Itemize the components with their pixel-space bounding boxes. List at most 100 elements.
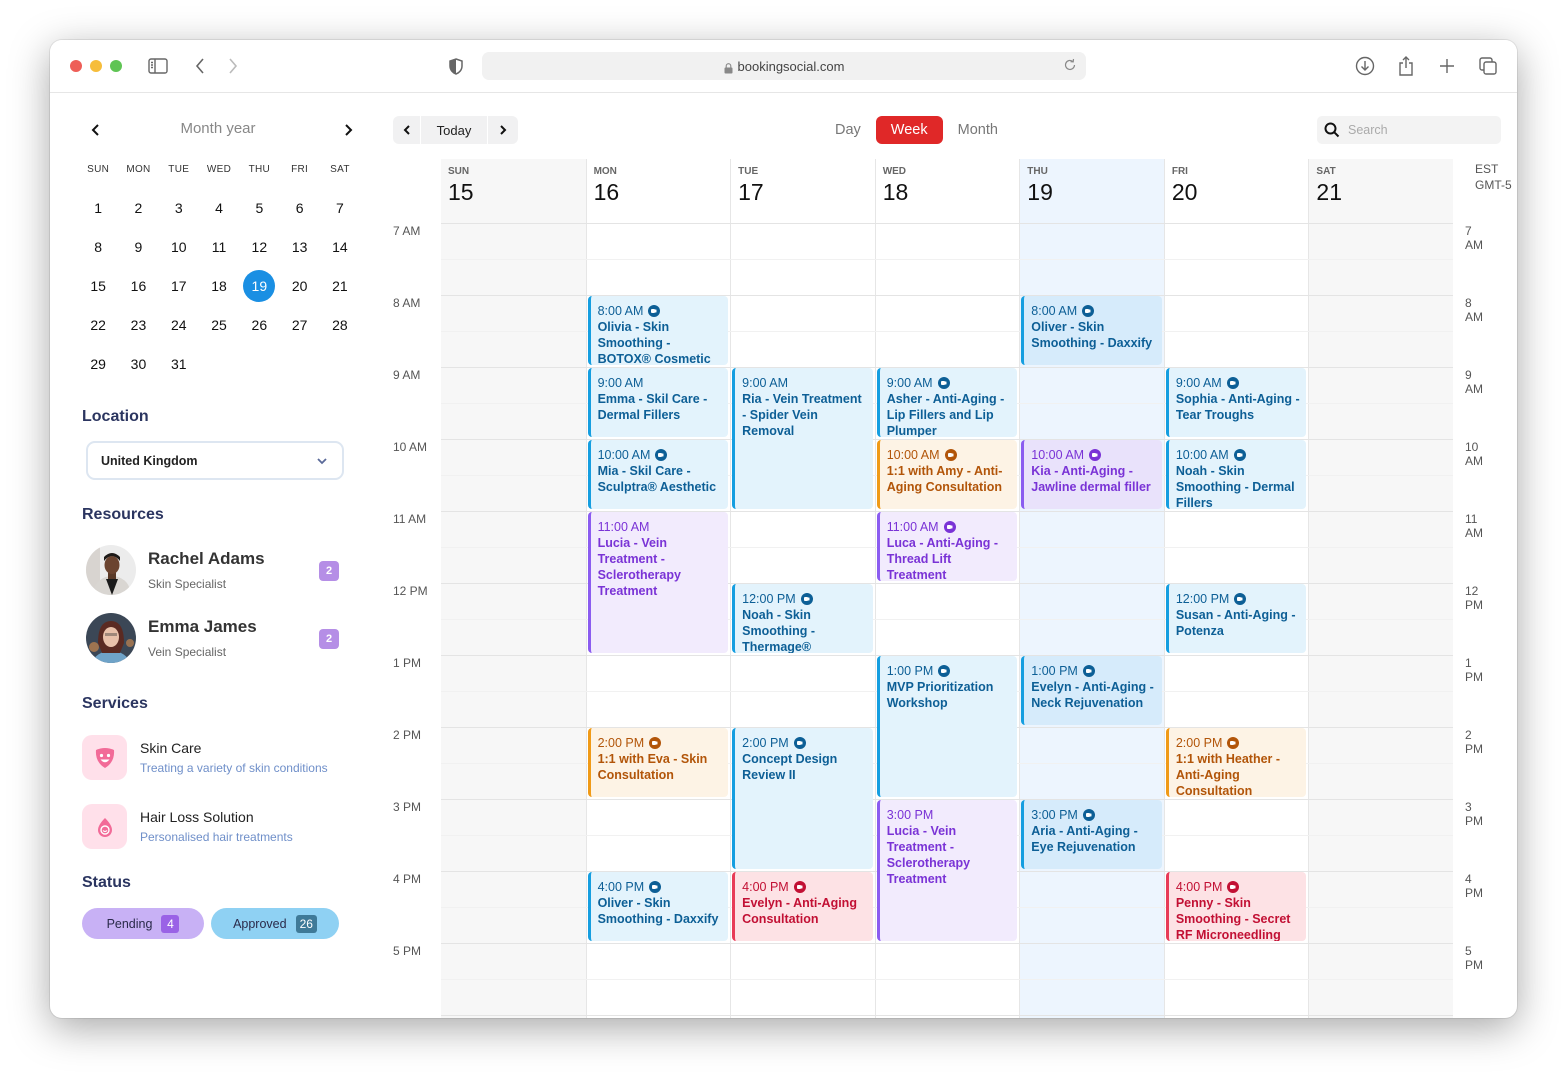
day-header-thu[interactable]: THU 19 bbox=[1019, 159, 1164, 223]
mini-calendar-day[interactable]: 23 bbox=[118, 305, 158, 344]
mini-calendar-day[interactable]: 25 bbox=[199, 305, 239, 344]
day-number: 25 bbox=[211, 316, 227, 333]
calendar-event[interactable]: 10:00 AM 1:1 with Amy - Anti-Aging Consul… bbox=[876, 440, 1018, 509]
mini-calendar-day[interactable]: 29 bbox=[78, 344, 118, 383]
calendar-event[interactable]: 3:00 PM Aria - Anti-Aging - Eye Rejuvenat… bbox=[1021, 800, 1162, 869]
day-header-sun[interactable]: SUN 15 bbox=[441, 159, 586, 223]
calendar-event[interactable]: 9:00 AM Asher - Anti-Aging - Lip Fillers … bbox=[876, 368, 1018, 437]
mini-calendar-day[interactable]: 27 bbox=[279, 305, 319, 344]
prev-week-button[interactable] bbox=[393, 116, 421, 144]
mini-calendar-day[interactable]: 8 bbox=[78, 227, 118, 266]
mini-calendar-day[interactable]: 14 bbox=[320, 227, 360, 266]
calendar-event[interactable]: 12:00 PM Susan - Anti-Aging - Potenza bbox=[1165, 584, 1307, 653]
calendar-event[interactable]: 10:00 AM Mia - Skil Care - Sculptra® Aest… bbox=[587, 440, 729, 509]
time-label-right: 5 PM bbox=[1465, 944, 1483, 972]
location-select[interactable]: United Kingdom bbox=[86, 441, 344, 480]
calendar-event[interactable]: 1:00 PM MVP Prioritization Workshop bbox=[876, 656, 1018, 797]
calendar-event[interactable]: 2:00 PM 1:1 with Heather - Anti-Aging Con… bbox=[1165, 728, 1307, 797]
event-title: Oliver - Skin Smoothing - Daxxify bbox=[597, 896, 719, 926]
mini-calendar-day[interactable]: 31 bbox=[159, 344, 199, 383]
mini-calendar-day[interactable]: 28 bbox=[320, 305, 360, 344]
address-bar[interactable]: bookingsocial.com bbox=[482, 52, 1086, 80]
forward-icon[interactable] bbox=[221, 54, 245, 78]
calendar-event[interactable]: 2:00 PM Concept Design Review II bbox=[732, 728, 873, 869]
view-day-tab[interactable]: Day bbox=[820, 116, 876, 144]
day-number: 2 bbox=[134, 199, 143, 216]
event-time: 2:00 PM bbox=[1175, 736, 1223, 750]
mini-calendar-day[interactable]: 1 bbox=[78, 188, 118, 227]
download-icon[interactable] bbox=[1353, 54, 1377, 78]
mini-calendar-day[interactable]: 21 bbox=[320, 266, 360, 305]
next-week-button[interactable] bbox=[488, 116, 518, 144]
day-header-fri[interactable]: FRI 20 bbox=[1163, 159, 1309, 223]
mini-calendar-day[interactable]: 22 bbox=[78, 305, 118, 344]
calendar-event[interactable]: 10:00 AM Noah - Skin Smoothing - Dermal F… bbox=[1165, 440, 1307, 509]
mini-calendar-day[interactable]: 20 bbox=[279, 266, 319, 305]
mini-calendar-day[interactable]: 19 bbox=[239, 266, 279, 305]
view-month-tab[interactable]: Month bbox=[943, 116, 1013, 144]
calendar-event[interactable]: 12:00 PM Noah - Skin Smoothing - Thermage… bbox=[732, 584, 873, 653]
today-button[interactable]: Today bbox=[421, 116, 488, 144]
mini-calendar-day[interactable]: 7 bbox=[320, 188, 360, 227]
mini-calendar-day[interactable]: 5 bbox=[239, 188, 279, 227]
share-icon[interactable] bbox=[1394, 54, 1418, 78]
day-header-mon[interactable]: MON 16 bbox=[585, 159, 731, 223]
calendar-event[interactable]: 9:00 AM Emma - Skil Care - Dermal Fillers bbox=[587, 368, 729, 437]
calendar-event[interactable]: 1:00 PM Evelyn - Anti-Aging - Neck Rejuve… bbox=[1021, 656, 1162, 725]
search-input[interactable] bbox=[1348, 123, 1488, 137]
calendar-event[interactable]: 8:00 AM Olivia - Skin Smoothing - BOTOX® … bbox=[587, 296, 729, 365]
sidebar-toggle-icon[interactable] bbox=[146, 54, 170, 78]
status-pending-button[interactable]: Pending 4 bbox=[82, 908, 204, 939]
calendar-event[interactable]: 10:00 AM Kia - Anti-Aging - Jawline derma… bbox=[1021, 440, 1162, 509]
new-tab-icon[interactable] bbox=[1435, 54, 1459, 78]
calendar-event[interactable]: 11:00 AM Lucia - Vein Treatment - Sclerot… bbox=[587, 512, 729, 653]
mini-calendar-day[interactable]: 10 bbox=[159, 227, 199, 266]
calendar-event[interactable]: 9:00 AM Ria - Vein Treatment - Spider Vei… bbox=[732, 368, 873, 509]
reload-icon[interactable] bbox=[1062, 57, 1080, 75]
time-label-right: 4 PM bbox=[1465, 872, 1483, 900]
calendar-event[interactable]: 9:00 AM Sophia - Anti-Aging - Tear Trough… bbox=[1165, 368, 1307, 437]
status-approved-button[interactable]: Approved 26 bbox=[211, 908, 339, 939]
mini-calendar-day[interactable]: 15 bbox=[78, 266, 118, 305]
mini-calendar-day[interactable]: 4 bbox=[199, 188, 239, 227]
calendar-event[interactable]: 4:00 PM Penny - Skin Smoothing - Secret R… bbox=[1165, 872, 1307, 941]
minimize-window-button[interactable] bbox=[90, 60, 102, 72]
day-column[interactable] bbox=[441, 223, 586, 1018]
mini-calendar-day[interactable]: 6 bbox=[279, 188, 319, 227]
back-icon[interactable] bbox=[188, 54, 212, 78]
next-month-button[interactable] bbox=[338, 120, 358, 140]
calendar-event[interactable]: 11:00 AM Luca - Anti-Aging - Thread Lift … bbox=[876, 512, 1018, 581]
day-header-tue[interactable]: TUE 17 bbox=[730, 159, 875, 223]
calendar-event[interactable]: 4:00 PM Oliver - Skin Smoothing - Daxxify bbox=[587, 872, 729, 941]
calendar-event[interactable]: 2:00 PM 1:1 with Eva - Skin Consultation bbox=[587, 728, 729, 797]
calendar-event[interactable]: 4:00 PM Evelyn - Anti-Aging Consultation bbox=[732, 872, 873, 941]
tab-overview-icon[interactable] bbox=[1476, 54, 1500, 78]
weekday-label: TUE bbox=[168, 164, 190, 175]
calendar-event[interactable]: 3:00 PM Lucia - Vein Treatment - Scleroth… bbox=[876, 800, 1018, 941]
view-week-tab[interactable]: Week bbox=[875, 116, 943, 144]
resource-item[interactable]: Rachel Adams Skin Specialist 2 bbox=[86, 545, 356, 597]
event-time: 4:00 PM bbox=[1175, 880, 1223, 894]
mini-calendar-day[interactable]: 9 bbox=[118, 227, 158, 266]
service-item-hair-loss[interactable]: Hair Loss Solution Personalised hair tre… bbox=[82, 804, 372, 850]
mini-calendar-day[interactable]: 18 bbox=[199, 266, 239, 305]
privacy-shield-icon[interactable] bbox=[444, 54, 468, 78]
mini-calendar-day[interactable]: 3 bbox=[159, 188, 199, 227]
mini-calendar-day[interactable]: 16 bbox=[118, 266, 158, 305]
mini-calendar-day[interactable]: 24 bbox=[159, 305, 199, 344]
close-window-button[interactable] bbox=[70, 60, 82, 72]
maximize-window-button[interactable] bbox=[110, 60, 122, 72]
mini-calendar-day[interactable]: 2 bbox=[118, 188, 158, 227]
mini-calendar-day[interactable]: 11 bbox=[199, 227, 239, 266]
day-header-sat[interactable]: SAT 21 bbox=[1308, 159, 1453, 223]
day-header-wed[interactable]: WED 18 bbox=[874, 159, 1020, 223]
day-column[interactable] bbox=[1308, 223, 1453, 1018]
calendar-event[interactable]: 8:00 AM Oliver - Skin Smoothing - Daxxify bbox=[1021, 296, 1162, 365]
mini-calendar-day[interactable]: 30 bbox=[118, 344, 158, 383]
mini-calendar-day[interactable]: 13 bbox=[279, 227, 319, 266]
mini-calendar-day[interactable]: 26 bbox=[239, 305, 279, 344]
service-item-skin-care[interactable]: Skin Care Treating a variety of skin con… bbox=[82, 735, 372, 781]
resource-item[interactable]: Emma James Vein Specialist 2 bbox=[86, 613, 356, 665]
mini-calendar-day[interactable]: 12 bbox=[239, 227, 279, 266]
mini-calendar-day[interactable]: 17 bbox=[159, 266, 199, 305]
